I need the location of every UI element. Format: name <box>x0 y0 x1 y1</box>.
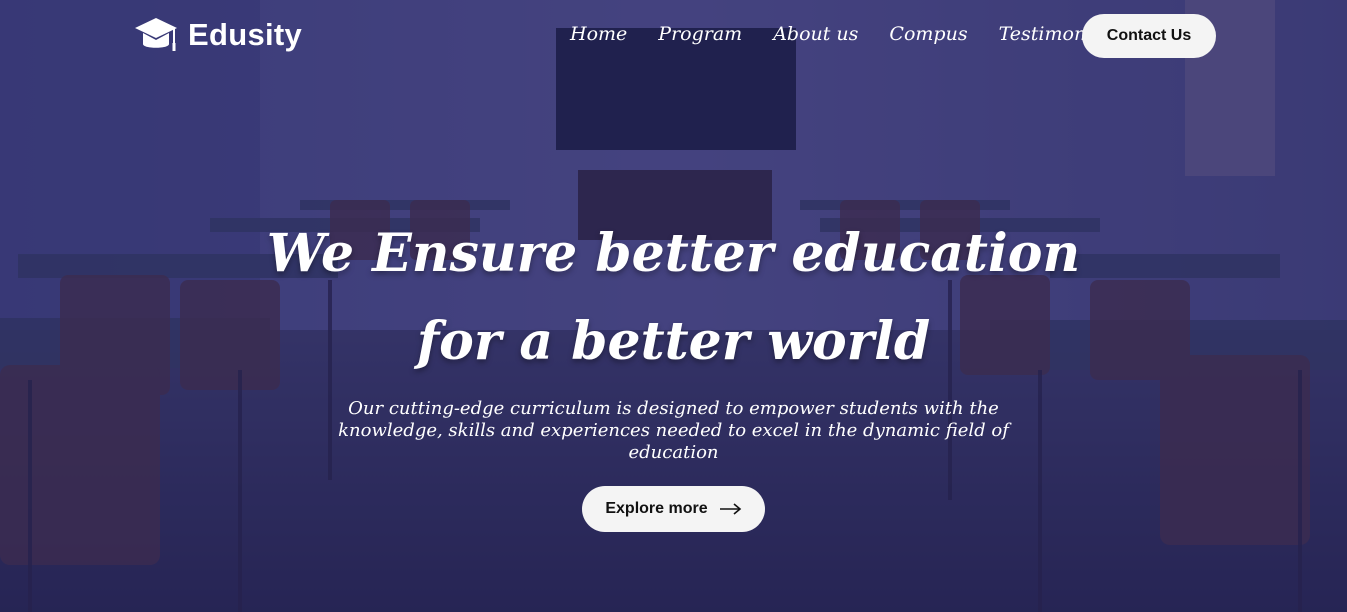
explore-more-button[interactable]: Explore more <box>582 486 765 532</box>
nav-menu: Home Program About us Compus Testimonial… <box>570 20 1119 48</box>
nav-item-campus[interactable]: Compus <box>889 20 967 48</box>
hero-title: We Ensure better education for a better … <box>266 223 1081 372</box>
arrow-right-icon <box>719 503 741 515</box>
brand-logo[interactable]: Edusity <box>134 16 302 54</box>
graduation-cap-icon <box>135 18 177 51</box>
nav-item-home[interactable]: Home <box>570 20 627 48</box>
nav-item-about-us[interactable]: About us <box>773 20 858 48</box>
contact-us-button[interactable]: Contact Us <box>1082 14 1216 58</box>
hero-subtitle: Our cutting-edge curriculum is designed … <box>338 398 1009 463</box>
navbar: Edusity Home Program About us Compus Tes… <box>0 0 1347 72</box>
hero-section: We Ensure better education for a better … <box>0 210 1347 532</box>
nav-item-program[interactable]: Program <box>658 20 742 48</box>
explore-more-label: Explore more <box>605 500 708 517</box>
brand-name: Edusity <box>188 17 303 52</box>
